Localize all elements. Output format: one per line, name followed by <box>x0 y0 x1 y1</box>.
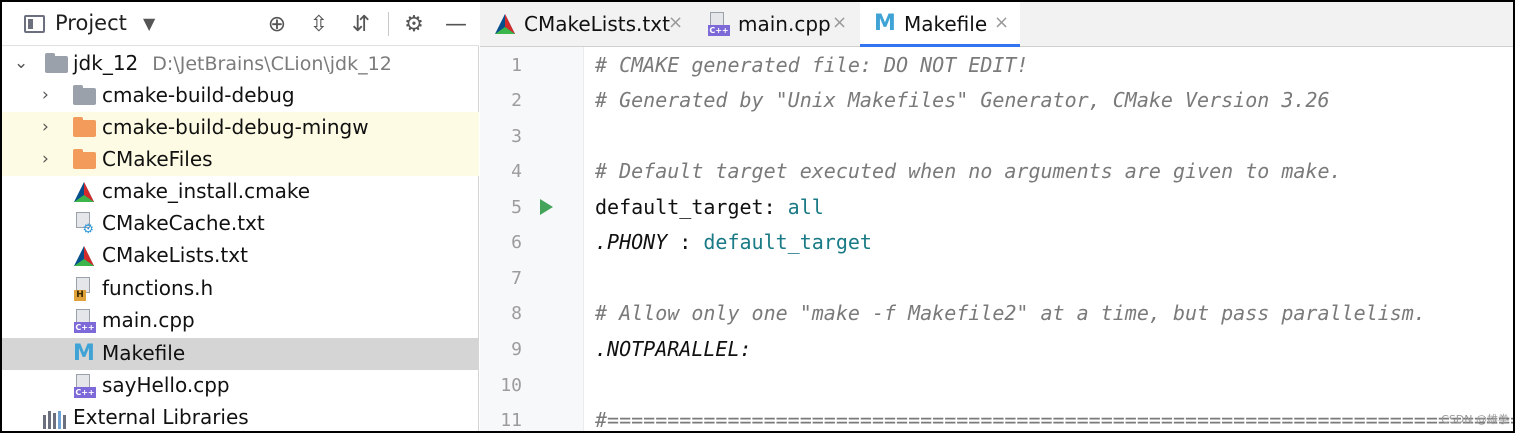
ide-window: Project ▼ ⊕ ⇳ ⇵ ⚙ — ⌄ jdk_12 D:\JetBrains… <box>0 0 1515 433</box>
tab-label: CMakeLists.txt <box>524 12 670 36</box>
line-number: 9 <box>511 339 522 360</box>
folder-icon <box>73 149 96 169</box>
line-number: 1 <box>511 55 522 76</box>
tree-item-cmake-install[interactable]: cmake_install.cmake <box>2 176 479 208</box>
cmake-cache-icon: ⚙ <box>74 212 94 236</box>
tree-item-label: cmake_install.cmake <box>102 179 311 203</box>
special-target: .PHONY <box>595 230 668 254</box>
tab-makefile[interactable]: M Makefile × <box>860 2 1020 47</box>
tab-main-cpp[interactable]: C++ main.cpp × <box>692 2 860 46</box>
tree-item-label: CMakeFiles <box>102 147 213 171</box>
line-number: 4 <box>511 161 522 182</box>
tree-item-sayhello-cpp[interactable]: C++ sayHello.cpp <box>2 370 479 402</box>
locate-icon[interactable]: ⊕ <box>262 9 292 39</box>
cmake-icon <box>74 182 94 202</box>
chevron-down-icon[interactable]: ⌄ <box>14 53 28 73</box>
code-line-5: default_target: all <box>595 195 824 219</box>
collapse-all-icon[interactable]: ⇵ <box>346 9 376 39</box>
watermark: CSDN @雄拳 <box>1441 413 1509 426</box>
close-icon[interactable]: × <box>832 12 847 33</box>
libraries-icon <box>43 411 67 429</box>
line-number: 2 <box>511 90 522 111</box>
cpp-file-icon: C++ <box>708 12 730 36</box>
code-line-11: #=======================================… <box>595 408 1515 432</box>
tree-item-label: jdk_12 <box>73 51 139 75</box>
line-number: 7 <box>511 268 522 289</box>
code-line-9: .NOTPARALLEL: <box>595 337 752 361</box>
editor-gutter: 1 2 3 4 5 6 7 8 9 10 11 <box>480 47 584 431</box>
tree-item-cmakecache[interactable]: ⚙ CMakeCache.txt <box>2 208 479 240</box>
tree-item-label: functions.h <box>102 276 214 300</box>
chevron-down-icon[interactable]: ▼ <box>143 14 155 33</box>
project-panel-title[interactable]: Project <box>55 11 127 35</box>
makefile-target: default_target: <box>595 195 776 219</box>
tree-item-cmakefiles[interactable]: › CMakeFiles <box>2 144 479 176</box>
cpp-file-icon: C++ <box>74 309 96 333</box>
chevron-right-icon[interactable]: › <box>42 149 49 169</box>
chevron-right-icon[interactable]: › <box>42 85 49 105</box>
tree-item-label: cmake-build-debug <box>102 83 295 107</box>
close-icon[interactable]: × <box>668 12 683 33</box>
chevron-right-icon[interactable]: › <box>42 117 49 137</box>
line-number: 10 <box>500 375 522 396</box>
line-number: 3 <box>511 126 522 147</box>
line-number: 5 <box>511 197 522 218</box>
tree-item-cmake-build-debug[interactable]: › cmake-build-debug <box>2 80 479 112</box>
tree-item-label: cmake-build-debug-mingw <box>102 115 369 139</box>
tree-item-label: CMakeLists.txt <box>102 243 248 267</box>
project-path: D:\JetBrains\CLion\jdk_12 <box>152 53 392 75</box>
toolbar-divider <box>388 12 389 36</box>
hide-panel-icon[interactable]: — <box>441 9 471 39</box>
tree-item-main-cpp[interactable]: C++ main.cpp <box>2 305 479 337</box>
target-dependency: default_target <box>703 230 872 254</box>
tree-item-external-libraries[interactable]: External Libraries <box>2 402 479 431</box>
code-line-2: # Generated by "Unix Makefiles" Generato… <box>595 88 1330 112</box>
target-dependency: all <box>787 195 824 219</box>
tree-item-label: CMakeCache.txt <box>102 211 265 235</box>
line-number: 11 <box>500 410 522 431</box>
gear-icon[interactable]: ⚙ <box>399 9 429 39</box>
code-line-4: # Default target executed when no argume… <box>595 159 1342 183</box>
rule-separator: : <box>667 230 704 254</box>
line-number: 6 <box>511 232 522 253</box>
tree-item-jdk-12[interactable]: ⌄ jdk_12 D:\JetBrains\CLion\jdk_12 <box>2 48 479 80</box>
makefile-icon: M <box>874 11 896 36</box>
makefile-icon: M <box>73 341 95 366</box>
code-line-6: .PHONY : default_target <box>595 230 872 254</box>
code-line-1: # CMAKE generated file: DO NOT EDIT! <box>595 53 1029 77</box>
expand-all-icon[interactable]: ⇳ <box>304 9 334 39</box>
line-number: 8 <box>511 303 522 324</box>
tree-item-cmakelists[interactable]: CMakeLists.txt <box>2 240 479 272</box>
cmake-icon <box>495 14 515 34</box>
folder-icon <box>73 117 96 137</box>
cmake-icon <box>74 246 94 266</box>
tab-label: Makefile <box>904 12 988 36</box>
project-panel-icon[interactable] <box>24 15 45 33</box>
close-icon[interactable]: × <box>994 12 1009 33</box>
code-line-8: # Allow only one "make -f Makefile2" at … <box>595 301 1426 325</box>
cpp-file-icon: C++ <box>74 374 96 398</box>
folder-icon <box>73 85 96 105</box>
tree-item-label: sayHello.cpp <box>102 373 230 397</box>
tree-item-label: Makefile <box>102 341 186 365</box>
editor-tab-bar: CMakeLists.txt × C++ main.cpp × M Makefi… <box>480 2 1513 47</box>
project-panel-header: Project ▼ ⊕ ⇳ ⇵ ⚙ — <box>2 2 479 46</box>
tree-item-cmake-build-debug-mingw[interactable]: › cmake-build-debug-mingw <box>2 112 479 144</box>
tree-item-functions-h[interactable]: H functions.h <box>2 273 479 305</box>
code-editor[interactable]: # CMAKE generated file: DO NOT EDIT! # G… <box>585 47 1515 432</box>
tree-item-makefile[interactable]: M Makefile <box>2 338 479 370</box>
tree-item-label: External Libraries <box>73 405 249 429</box>
tab-cmakelists[interactable]: CMakeLists.txt × <box>480 2 692 46</box>
tree-item-label: main.cpp <box>102 308 195 332</box>
project-panel: Project ▼ ⊕ ⇳ ⇵ ⚙ — ⌄ jdk_12 D:\JetBrains… <box>2 2 479 431</box>
tab-label: main.cpp <box>738 12 831 36</box>
run-icon[interactable] <box>540 199 553 215</box>
folder-icon <box>45 53 68 73</box>
header-file-icon: H <box>74 277 94 301</box>
